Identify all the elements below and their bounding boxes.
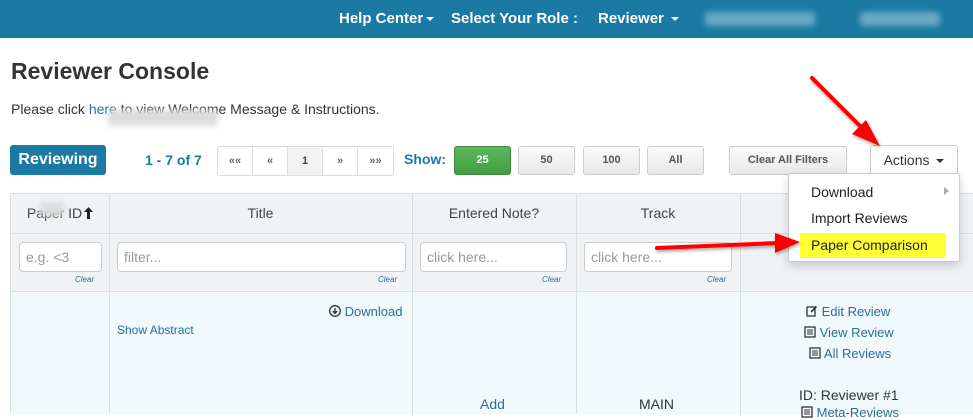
paper-title-redacted	[108, 110, 218, 126]
reviewing-badge: Reviewing	[10, 145, 106, 175]
show-label: Show:	[404, 151, 446, 167]
note-clear-link[interactable]: Clear	[542, 275, 561, 284]
first-page-button[interactable]: ««	[218, 147, 253, 175]
add-note-link[interactable]: Add	[480, 396, 505, 412]
track-clear-link[interactable]: Clear	[707, 275, 726, 284]
paper-id-clear-link[interactable]: Clear	[75, 275, 94, 284]
note-filter-input[interactable]: click here...	[420, 242, 567, 272]
column-divider	[412, 194, 413, 414]
column-divider	[576, 194, 577, 414]
title-filter-input[interactable]: filter...	[117, 242, 406, 272]
title-header[interactable]: Title	[109, 205, 412, 221]
role-label: Reviewer	[598, 10, 664, 27]
view-review-link[interactable]: View Review	[804, 325, 894, 340]
next-page-button[interactable]: »	[323, 147, 358, 175]
clear-all-filters-button[interactable]: Clear All Filters	[729, 146, 847, 175]
chevron-down-icon	[426, 17, 435, 22]
select-role-label: Select Your Role :	[451, 10, 578, 27]
track-filter-input[interactable]: click here...	[584, 242, 732, 272]
dropdown-item-paper-comparison[interactable]: Paper Comparison	[800, 233, 946, 258]
pagination: «« « 1 » »»	[217, 146, 394, 176]
column-divider	[740, 194, 741, 414]
role-menu[interactable]: Reviewer	[598, 10, 680, 27]
last-page-button[interactable]: »»	[358, 147, 393, 175]
account-menu-redacted	[860, 12, 940, 26]
actions-label: Actions	[883, 152, 930, 168]
chevron-down-icon	[671, 17, 680, 22]
list-icon	[801, 406, 813, 418]
track-header[interactable]: Track	[576, 205, 740, 221]
edit-review-label: Edit Review	[821, 304, 891, 319]
dropdown-item-import-reviews[interactable]: Import Reviews	[811, 210, 907, 226]
show-all-button[interactable]: All	[647, 146, 704, 175]
show-100-button[interactable]: 100	[583, 146, 640, 175]
view-review-label: View Review	[819, 325, 894, 340]
column-divider	[109, 194, 110, 414]
page-1-button[interactable]: 1	[288, 147, 323, 175]
actions-button[interactable]: Actions	[870, 145, 958, 175]
prev-page-button[interactable]: «	[253, 147, 288, 175]
download-label: Download	[344, 304, 403, 319]
all-reviews-link[interactable]: All Reviews	[809, 346, 891, 361]
help-center-menu[interactable]: Help Center	[339, 10, 435, 27]
download-link[interactable]: Download	[329, 304, 402, 319]
show-50-button[interactable]: 50	[518, 146, 575, 175]
download-icon	[329, 305, 341, 317]
chevron-down-icon	[936, 159, 945, 164]
result-range: 1 - 7 of 7	[145, 152, 202, 168]
user-name-redacted	[705, 12, 815, 26]
paper-id-filter-input[interactable]: e.g. <3	[19, 242, 102, 272]
paper-id-redacted	[40, 202, 64, 216]
top-nav-bar: Help Center Select Your Role : Reviewer	[0, 0, 973, 38]
help-center-label: Help Center	[339, 10, 424, 27]
sort-up-arrow-icon	[84, 207, 94, 219]
list-icon	[809, 347, 821, 359]
show-abstract-link[interactable]: Show Abstract	[117, 323, 194, 337]
entered-note-header[interactable]: Entered Note?	[412, 205, 576, 221]
welcome-prefix: Please click	[11, 101, 89, 117]
track-value: MAIN	[639, 396, 674, 412]
list-icon	[804, 326, 816, 338]
dropdown-item-download[interactable]: Download	[811, 184, 873, 200]
edit-review-link[interactable]: Edit Review	[806, 304, 890, 319]
all-reviews-label: All Reviews	[823, 346, 892, 361]
reviewer-id: ID: Reviewer #1	[799, 387, 899, 403]
arrow-to-actions-icon	[810, 76, 880, 146]
show-25-button[interactable]: 25	[454, 146, 511, 175]
actions-dropdown-menu: Download Import Reviews Paper Comparison	[788, 173, 960, 262]
page-title: Reviewer Console	[11, 58, 210, 84]
submenu-arrow-icon	[944, 187, 949, 195]
title-clear-link[interactable]: Clear	[378, 275, 397, 284]
edit-icon	[806, 305, 818, 317]
